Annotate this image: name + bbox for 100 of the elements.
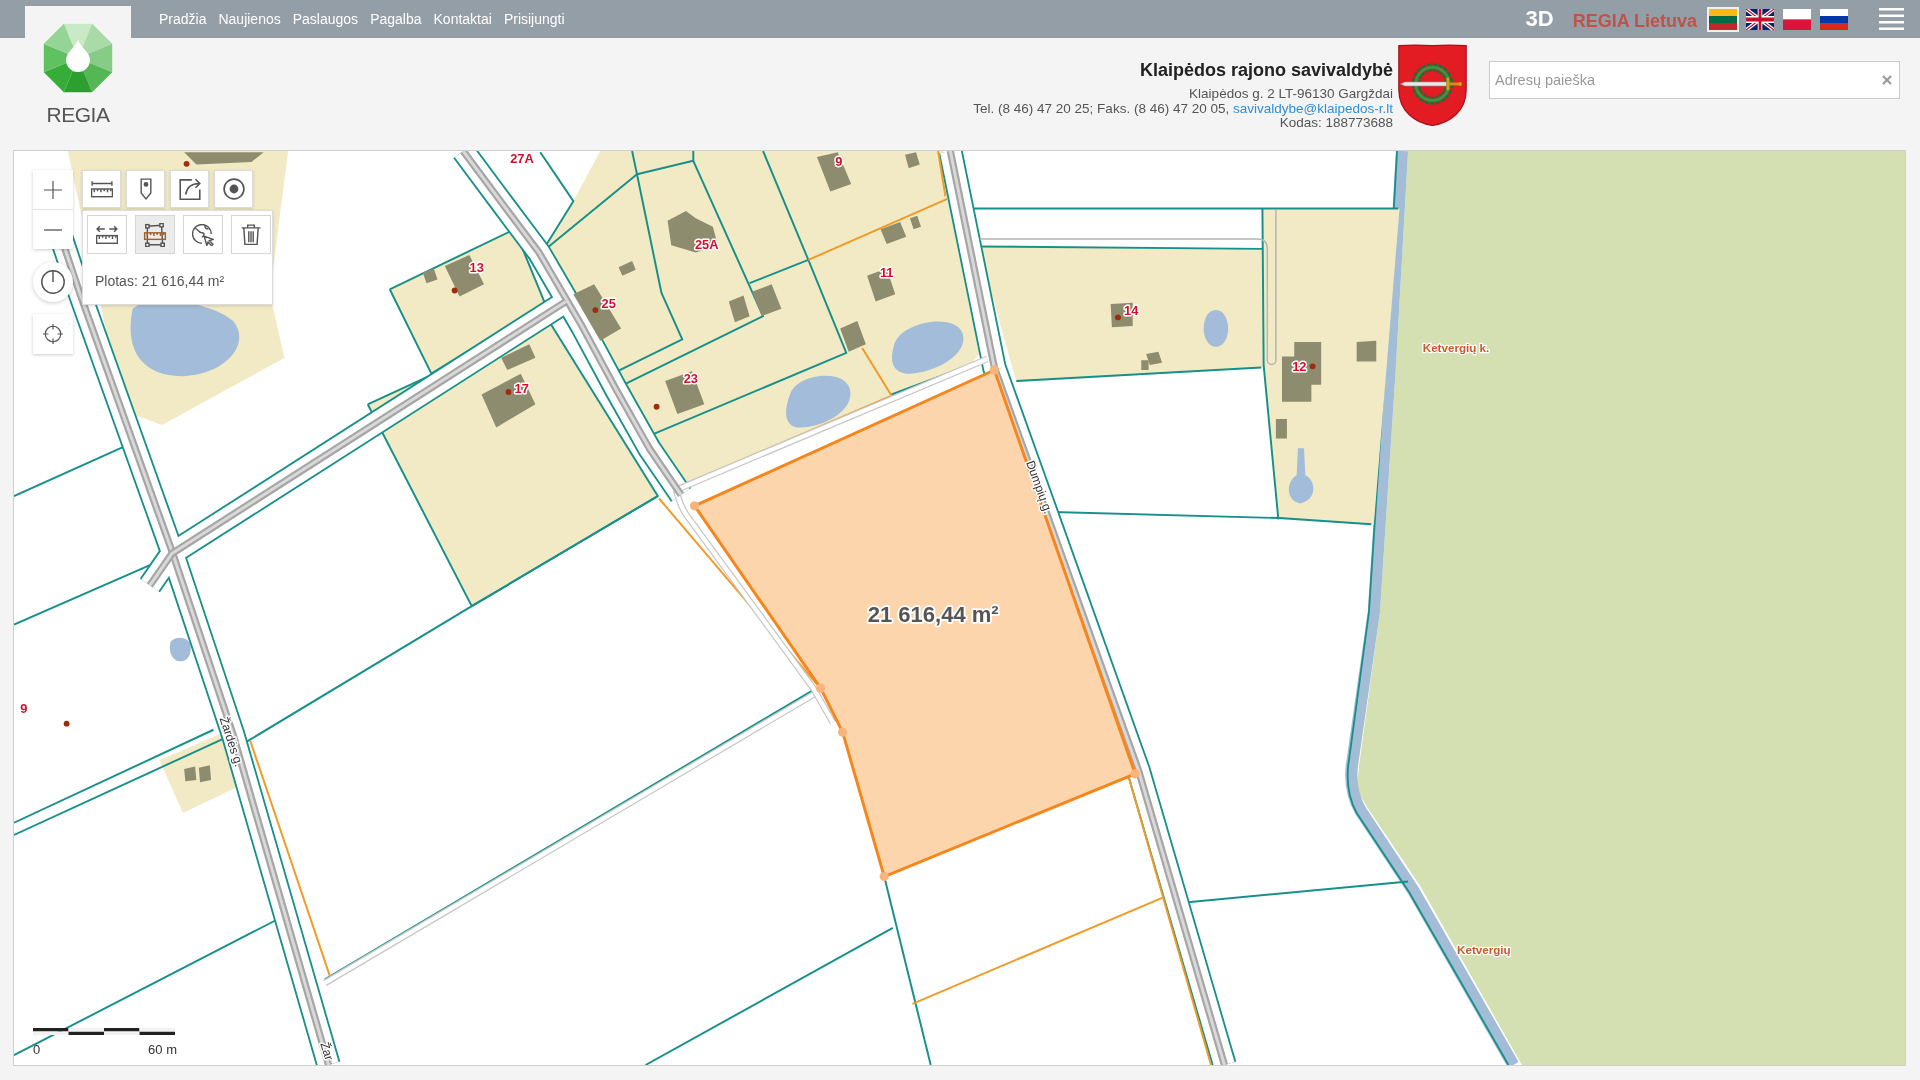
locate-button[interactable] [33, 314, 73, 354]
code-text: Kodas: 188773688 [1279, 116, 1393, 131]
building [422, 268, 438, 284]
vertex-handle[interactable] [989, 365, 1000, 375]
house-number: 25 [601, 295, 616, 311]
house-number: 12 [1292, 359, 1307, 375]
menu-icon [1879, 8, 1904, 30]
vertex-handle[interactable] [1130, 769, 1140, 779]
flag-icon [1746, 8, 1774, 30]
language-button[interactable] [1744, 6, 1776, 32]
flag-icon [1709, 8, 1737, 30]
address-text: Klaipėdos g. 2 LT-96130 Gargždai [1189, 87, 1393, 102]
house-number: 17 [514, 381, 529, 397]
measure-button[interactable] [82, 170, 121, 208]
target-button[interactable] [214, 170, 253, 208]
building [816, 152, 852, 192]
marker-button[interactable] [126, 170, 165, 208]
building [880, 221, 907, 244]
trash-icon [241, 224, 261, 245]
building [665, 371, 705, 415]
street-name: Dumpių g. [1023, 458, 1056, 516]
dial-icon [41, 270, 65, 294]
house-number: 9 [835, 153, 843, 169]
nav-link[interactable]: Pagalba [370, 10, 422, 28]
target-icon [222, 178, 245, 200]
house-number: 13 [469, 260, 484, 276]
place-name: Ketvergių k. [1422, 340, 1490, 354]
building [728, 295, 750, 323]
logo-text: REGIA [46, 104, 110, 126]
menu-button[interactable] [1879, 7, 1904, 31]
nav-link[interactable]: Prisijungti [503, 10, 565, 28]
pond [1288, 448, 1314, 504]
address-point-icon [1115, 314, 1121, 321]
pond [786, 375, 851, 428]
nav-link[interactable]: Paslaugos [292, 10, 359, 28]
building [184, 766, 197, 782]
building [905, 152, 920, 169]
contact-text: Tel. (8 46) 47 20 25; Faks. (8 46) 47 20 05, savivaldybe@klaipedos-r.lt [973, 101, 1393, 116]
street-name: Žardės g. [216, 715, 246, 769]
house-number: 25A [695, 236, 719, 252]
address-point-icon [183, 160, 190, 167]
vertex-handle[interactable] [689, 501, 700, 511]
nav-link[interactable]: Naujienos [218, 10, 281, 28]
building [501, 344, 536, 370]
building [1275, 418, 1287, 439]
octagon-logo-icon [41, 21, 115, 95]
nav-link[interactable]: Kontaktai [433, 10, 492, 28]
globe-cursor-icon [192, 223, 214, 246]
address-point-icon [1309, 363, 1316, 370]
shield-emblem-icon [1398, 44, 1467, 126]
view-3d-button[interactable]: 3D [1525, 6, 1554, 32]
building [752, 284, 782, 317]
pond [169, 637, 191, 662]
dial-button[interactable] [33, 262, 73, 302]
street-name: Žar [317, 1040, 337, 1063]
pond [1203, 310, 1229, 347]
ruler-icon [90, 180, 113, 198]
measure-tool-button[interactable] [87, 215, 127, 254]
area-label: 21 616,44 m² [867, 602, 999, 628]
address-point-icon [451, 287, 458, 294]
share-icon [178, 178, 201, 200]
flag-icon [1783, 8, 1811, 30]
building [840, 321, 866, 352]
vertex-handle[interactable] [837, 727, 848, 737]
building [573, 284, 622, 341]
portal-link[interactable]: REGIA Lietuva [1572, 9, 1697, 32]
municipality-name: Klaipėdos rajono savivaldybė [1139, 59, 1393, 81]
building [618, 261, 636, 276]
house-number: 9 [20, 700, 28, 716]
flag-icon [1820, 8, 1848, 30]
building [909, 215, 921, 230]
nav-link[interactable]: Pradžia [159, 10, 207, 28]
search-field[interactable]: Adresų paieška [1489, 61, 1900, 99]
clear-icon[interactable] [1880, 73, 1894, 87]
measure-tool-button[interactable] [183, 215, 223, 254]
minus-icon [44, 228, 62, 231]
place-name: Ketvergių [1457, 942, 1511, 956]
vertex-handle[interactable] [879, 871, 889, 882]
pond [892, 321, 964, 374]
scale-label: 0 [33, 1042, 41, 1057]
email-link[interactable]: savivaldybe@klaipedos-r.lt [1232, 100, 1393, 116]
pin-icon [139, 178, 152, 200]
address-point-icon [63, 720, 70, 727]
measurement-text: Plotas: 21 616,44 m² [95, 273, 226, 289]
ruler-arrows-icon [96, 225, 118, 244]
vertex-handle[interactable] [815, 683, 826, 693]
building [444, 255, 484, 297]
address-point-icon [505, 389, 512, 395]
building [667, 210, 718, 253]
language-button[interactable] [1818, 6, 1850, 32]
scale-label: 60 m [148, 1042, 177, 1057]
building [198, 765, 212, 783]
measure-tool-button[interactable] [231, 215, 271, 254]
crosshair-icon [43, 324, 63, 344]
address-point-icon [653, 403, 660, 410]
measure-tool-button[interactable] [135, 215, 175, 254]
share-button[interactable] [170, 170, 209, 208]
building [1282, 341, 1322, 402]
area-ruler-icon [143, 222, 167, 247]
house-number: 27A [510, 151, 534, 167]
